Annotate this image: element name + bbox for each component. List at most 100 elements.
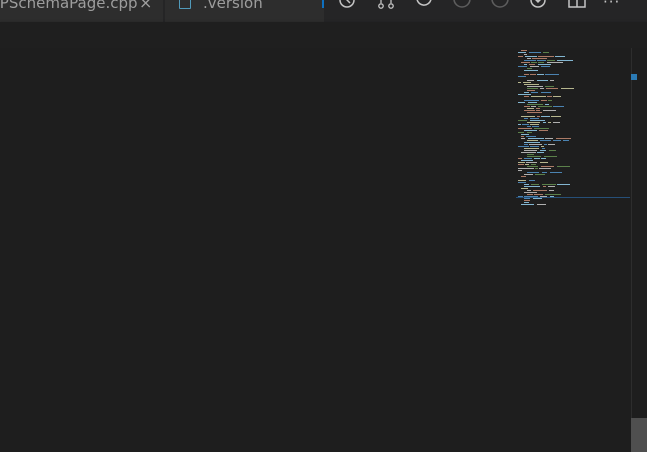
compare-icon[interactable]: [527, 0, 549, 14]
minimap-code-line: [536, 110, 540, 111]
minimap-code-line: [518, 162, 525, 163]
minimap-code-line: [541, 116, 550, 117]
minimap-code-line: [527, 140, 538, 141]
minimap-code-line: [531, 92, 538, 93]
minimap-code-line: [534, 158, 540, 159]
minimap-code-line: [528, 138, 544, 139]
minimap-code-line: [524, 200, 530, 201]
minimap-code-line: [532, 126, 539, 127]
minimap-code-line: [518, 132, 524, 133]
minimap-code-line: [535, 168, 538, 169]
minimap-code-line: [524, 74, 529, 75]
tab-label: .version: [203, 0, 263, 12]
minimap-code-line: [545, 138, 553, 139]
tab-version[interactable]: .version: [165, 0, 325, 22]
sync-changes-icon[interactable]: [413, 0, 435, 14]
minimap-code-line: [527, 104, 543, 105]
minimap-code-line: [527, 126, 531, 127]
minimap-code-line: [518, 76, 526, 77]
minimap-code-line: [557, 166, 570, 167]
minimap-code-line: [545, 74, 559, 75]
minimap-code-line: [545, 194, 561, 195]
minimap-code-line: [525, 164, 529, 165]
minimap-code-line: [538, 62, 544, 63]
minimap-code-line: [557, 60, 573, 61]
more-actions-icon[interactable]: ···: [603, 0, 620, 11]
minimap-code-line: [547, 62, 563, 63]
tab-opschemapage-cpp[interactable]: OPSchemaPage.cpp ×: [0, 0, 164, 22]
minimap-code-line: [527, 86, 543, 87]
minimap-code-line: [526, 162, 537, 163]
minimap-code-line: [518, 168, 534, 169]
minimap-code-line: [524, 110, 535, 111]
minimap-code-line: [532, 58, 547, 59]
minimap-code-line: [547, 60, 555, 61]
minimap-code-line: [524, 70, 538, 71]
minimap-code-line: [527, 90, 535, 91]
minimap-code-line: [531, 184, 539, 185]
minimap-code-line: [535, 174, 545, 175]
minimap-code-line: [518, 94, 531, 95]
editor-actions: ···: [326, 0, 647, 22]
minimap-code-line: [524, 184, 529, 185]
minimap-code-line: [539, 168, 551, 169]
minimap-code-line: [518, 158, 522, 159]
scrollbar-thumb[interactable]: [631, 418, 647, 452]
minimap-code-line: [534, 194, 543, 195]
minimap-code-line: [545, 86, 554, 87]
minimap-code-line: [551, 116, 561, 117]
minimap-code-line: [527, 166, 538, 167]
source-control-icon[interactable]: [375, 0, 397, 14]
minimap-code-line: [555, 56, 565, 57]
minimap-code-line: [537, 116, 540, 117]
minimap-code-line: [529, 64, 535, 65]
minimap-code-line: [527, 122, 540, 123]
minimap[interactable]: [512, 48, 631, 452]
minimap-code-line: [533, 190, 547, 191]
minimap-code-line: [518, 146, 529, 147]
minimap-code-line: [550, 80, 554, 81]
vertical-scrollbar[interactable]: [631, 48, 647, 452]
minimap-code-line: [543, 52, 549, 53]
split-editor-icon[interactable]: [566, 0, 588, 14]
previous-change-icon[interactable]: [451, 0, 473, 14]
minimap-code-line: [530, 146, 539, 147]
minimap-code-line: [518, 120, 527, 121]
minimap-code-line: [539, 130, 548, 131]
minimap-code-line: [521, 136, 524, 137]
minimap-code-line: [530, 74, 536, 75]
minimap-code-line: [518, 170, 522, 171]
minimap-code-line: [521, 50, 527, 51]
minimap-cursor-line: [516, 197, 630, 198]
next-change-icon[interactable]: [489, 0, 511, 14]
tab-label: OPSchemaPage.cpp: [0, 0, 138, 12]
minimap-code-line: [546, 88, 558, 89]
minimap-code-line: [544, 156, 557, 157]
minimap-code-line: [529, 180, 535, 181]
minimap-code-line: [548, 100, 552, 101]
minimap-code-line: [529, 52, 541, 53]
minimap-code-line: [521, 188, 528, 189]
minimap-code-line: [553, 106, 564, 107]
close-icon[interactable]: ×: [139, 0, 152, 11]
minimap-code-line: [549, 190, 554, 191]
minimap-code-line: [527, 132, 532, 133]
minimap-code-line: [540, 150, 546, 151]
minimap-code-line: [518, 164, 524, 165]
minimap-code-line: [527, 58, 531, 59]
minimap-code-line: [541, 92, 551, 93]
minimap-code-line: [541, 166, 554, 167]
minimap-code-line: [526, 136, 536, 137]
minimap-code-line: [550, 196, 554, 197]
timeline-icon[interactable]: [336, 0, 358, 14]
minimap-code-line: [524, 198, 530, 199]
minimap-code-line: [518, 180, 526, 181]
minimap-code-line: [521, 160, 533, 161]
minimap-code-line: [543, 122, 546, 123]
minimap-code-line: [540, 162, 548, 163]
minimap-code-line: [527, 154, 534, 155]
minimap-code-line: [524, 92, 529, 93]
minimap-code-line: [524, 130, 537, 131]
minimap-code-line: [536, 108, 540, 109]
minimap-code-line: [557, 184, 570, 185]
